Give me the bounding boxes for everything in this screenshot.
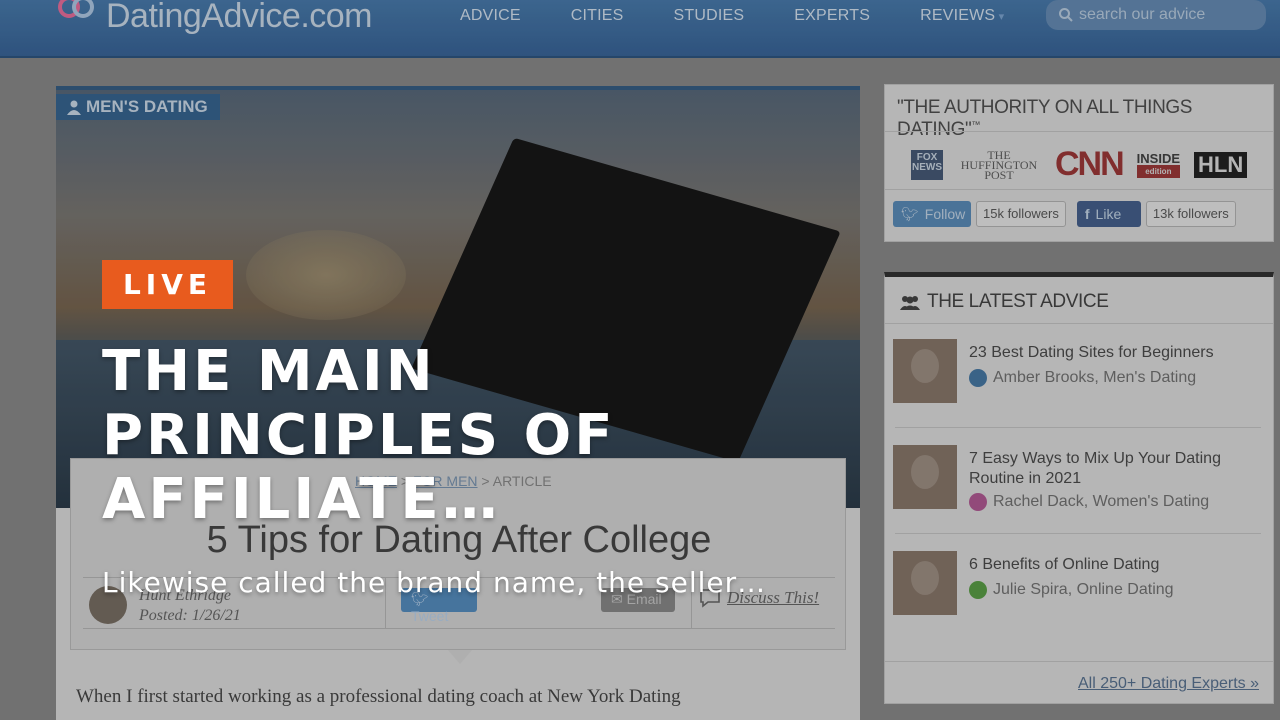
overlay-title: THE MAIN PRINCIPLES OF AFFILIATE… <box>102 339 616 532</box>
person-icon <box>67 100 81 115</box>
live-badge: LIVE <box>102 260 233 309</box>
overlay-subtitle: Likewise called the brand name, the sell… <box>102 566 767 599</box>
category-label: MEN'S DATING <box>86 97 208 116</box>
category-tag[interactable]: MEN'S DATING <box>56 94 220 120</box>
